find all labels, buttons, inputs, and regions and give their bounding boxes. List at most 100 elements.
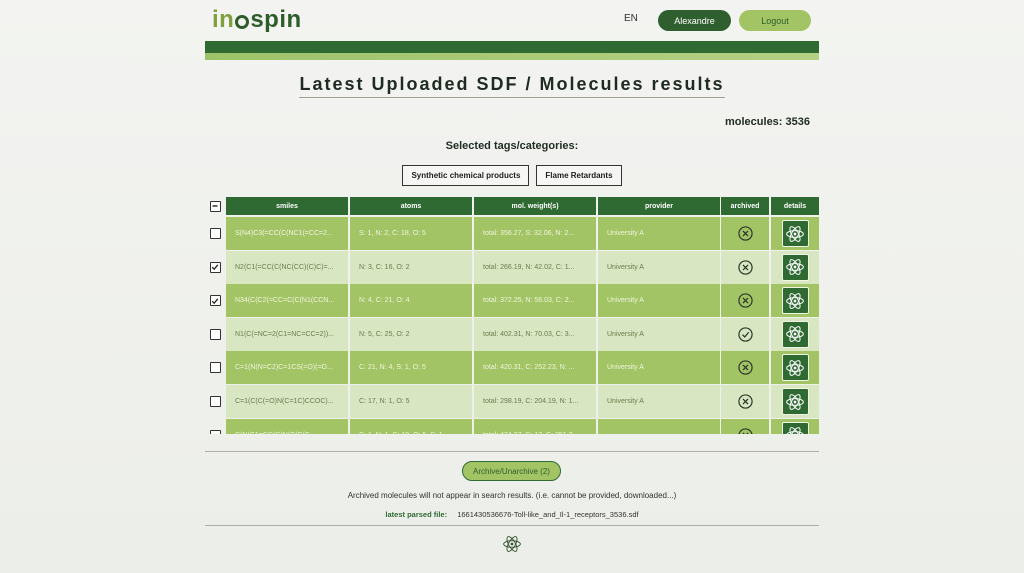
details-atom-button[interactable] <box>781 253 809 281</box>
table-row: C=1(C(C(=O)N(C=1C)CCOC)... C: 17, N: 1, O… <box>205 385 819 418</box>
cell-archived <box>721 351 769 385</box>
row-select-cell <box>205 419 225 434</box>
row-checkbox[interactable] <box>209 228 221 239</box>
header-archived[interactable]: archived <box>721 197 769 215</box>
divider <box>205 525 819 526</box>
row-select-cell <box>205 318 225 351</box>
cell-provider: University A <box>598 250 720 284</box>
table-row: C(N(C1=CC(C(N(C(C(C...C: 1, N: 1, C: 19,… <box>205 418 819 434</box>
cell-provider: University A <box>598 284 720 318</box>
archive-note: Archived molecules will not appear in se… <box>347 491 677 500</box>
not-archived-x-icon <box>737 360 753 376</box>
cell-provider <box>598 418 720 434</box>
archive-unarchive-button[interactable]: Archive/Unarchive (2) <box>462 461 561 481</box>
cell-provider: University A <box>598 351 720 385</box>
cell-details <box>771 385 819 418</box>
latest-parsed-file-name: 1661430536676-Toll-like_and_Il-1_recepto… <box>457 510 639 519</box>
row-select-cell <box>205 351 225 384</box>
page: in spin EN Alexandre Logout Latest Uploa… <box>0 0 1024 573</box>
logo-text-1: in <box>212 6 235 33</box>
latest-parsed-file: latest parsed file: 1661430536676-Toll-l… <box>0 510 1024 519</box>
cell-mol-weight: total: 298.19, C: 204.19, N: 1... <box>474 385 596 418</box>
page-title-wrap: Latest Uploaded SDF / Molecules results <box>0 74 1024 98</box>
cell-smiles: N2(C1(=CC(C(NC(CC)(C)C)=... <box>226 250 348 284</box>
cell-details <box>771 418 819 434</box>
cell-details <box>771 250 819 284</box>
details-atom-button[interactable] <box>781 388 809 415</box>
cell-smiles: N34(C(C2(=CC=C(C(N1(CCN... <box>226 284 348 318</box>
divider <box>205 451 819 452</box>
header-atoms[interactable]: atoms <box>350 197 472 215</box>
not-archived-x-icon <box>737 226 753 241</box>
table-row: N1(C(=NC=2(C1=NC=CC=2))... N: 5, C: 25, O… <box>205 317 819 351</box>
cell-archived <box>721 317 769 351</box>
header-smiles[interactable]: smiles <box>226 197 348 215</box>
table-row: N34(C(C2(=CC=C(C(N1(CCN... N: 4, C: 21, O… <box>205 284 819 318</box>
page-title: Latest Uploaded SDF / Molecules results <box>299 74 725 98</box>
cell-details <box>771 351 819 385</box>
select-all-checkbox[interactable] <box>209 200 221 212</box>
header-bar-dark <box>205 41 819 53</box>
cell-details <box>771 317 819 351</box>
cell-atoms: C: 21, N: 4, S: 1, O: 5 <box>350 351 472 385</box>
select-all-cell <box>205 197 225 215</box>
cell-mol-weight: total: 356.27, S: 32.06, N: 2... <box>474 217 596 250</box>
cell-atoms: C: 1, N: 1, C: 19, O: 5, S: 1 <box>350 418 472 434</box>
table-row: C=1(N(N=C2)C=1CS(=O)(=O... C: 21, N: 4, S… <box>205 351 819 385</box>
cell-atoms: N: 3, C: 16, O: 2 <box>350 250 472 284</box>
cell-archived <box>721 250 769 284</box>
header-bar-light <box>205 53 819 60</box>
row-checkbox[interactable] <box>209 328 221 340</box>
cell-mol-weight: total: 402.31, N: 70.03, C: 3... <box>474 317 596 351</box>
table-row: S(N4)C3(=CC(C(NC1(=CC=2... S: 1, N: 2, C:… <box>205 217 819 250</box>
row-checkbox[interactable] <box>209 362 221 374</box>
logo-dot-icon <box>235 15 250 29</box>
cell-archived <box>721 284 769 318</box>
details-atom-button[interactable] <box>781 287 809 315</box>
cell-provider: University A <box>598 385 720 418</box>
cell-atoms: C: 17, N: 1, O: 5 <box>350 385 472 418</box>
cell-archived <box>721 217 769 250</box>
logo-text-2: spin <box>250 6 302 33</box>
cell-archived <box>721 418 769 434</box>
row-checkbox[interactable] <box>209 396 221 407</box>
cell-provider: University A <box>598 217 720 250</box>
cell-mol-weight: total: 420.31, C: 252.23, N: ... <box>474 351 596 385</box>
cell-details <box>771 284 819 318</box>
not-archived-x-icon <box>737 427 753 434</box>
cell-provider: University A <box>598 317 720 351</box>
molecule-count: molecules: 3536 <box>725 116 810 128</box>
tag-flame-retardants[interactable]: Flame Retardants <box>536 165 622 186</box>
logout-button[interactable]: Logout <box>739 10 811 31</box>
details-atom-button[interactable] <box>781 354 809 382</box>
selected-tags-label: Selected tags/categories: <box>445 140 579 152</box>
user-button[interactable]: Alexandre <box>658 10 731 31</box>
header-provider[interactable]: provider <box>598 197 720 215</box>
header-details: details <box>771 197 819 215</box>
cell-smiles: S(N4)C3(=CC(C(NC1(=CC=2... <box>226 217 348 250</box>
row-select-cell <box>205 284 225 317</box>
cell-smiles: C=1(N(N=C2)C=1CS(=O)(=O... <box>226 351 348 385</box>
cell-smiles: C(N(C1=CC(C(N(C(C(C... <box>226 418 348 434</box>
row-checkbox[interactable] <box>209 429 221 434</box>
row-select-cell <box>205 385 225 418</box>
cell-atoms: N: 5, C: 25, O: 2 <box>350 317 472 351</box>
cell-smiles: C=1(C(C(=O)N(C=1C)CCOC)... <box>226 385 348 418</box>
cell-mol-weight: total: 424.27, C: 12, C: 251.3... <box>474 418 596 434</box>
details-atom-button[interactable] <box>781 220 809 247</box>
cell-mol-weight: total: 372.25, N: 56.03, C: 2... <box>474 284 596 318</box>
row-checkbox[interactable] <box>209 261 221 273</box>
tag-synthetic-chemical-products[interactable]: Synthetic chemical products <box>402 165 530 186</box>
not-archived-x-icon <box>737 394 753 409</box>
details-atom-button[interactable] <box>781 320 809 348</box>
table-header: smiles atoms mol. weight(s) provider arc… <box>205 197 819 215</box>
header-mol-weight[interactable]: mol. weight(s) <box>474 197 596 215</box>
cell-atoms: N: 4, C: 21, O: 4 <box>350 284 472 318</box>
inospin-logo[interactable]: in spin <box>212 6 302 34</box>
language-selector[interactable]: EN <box>624 13 638 24</box>
cell-mol-weight: total: 266.19, N: 42.02, C: 1... <box>474 250 596 284</box>
molecules-table[interactable]: smiles atoms mol. weight(s) provider arc… <box>205 197 819 434</box>
cell-details <box>771 217 819 250</box>
row-checkbox[interactable] <box>209 295 221 307</box>
details-atom-button[interactable] <box>781 421 809 434</box>
